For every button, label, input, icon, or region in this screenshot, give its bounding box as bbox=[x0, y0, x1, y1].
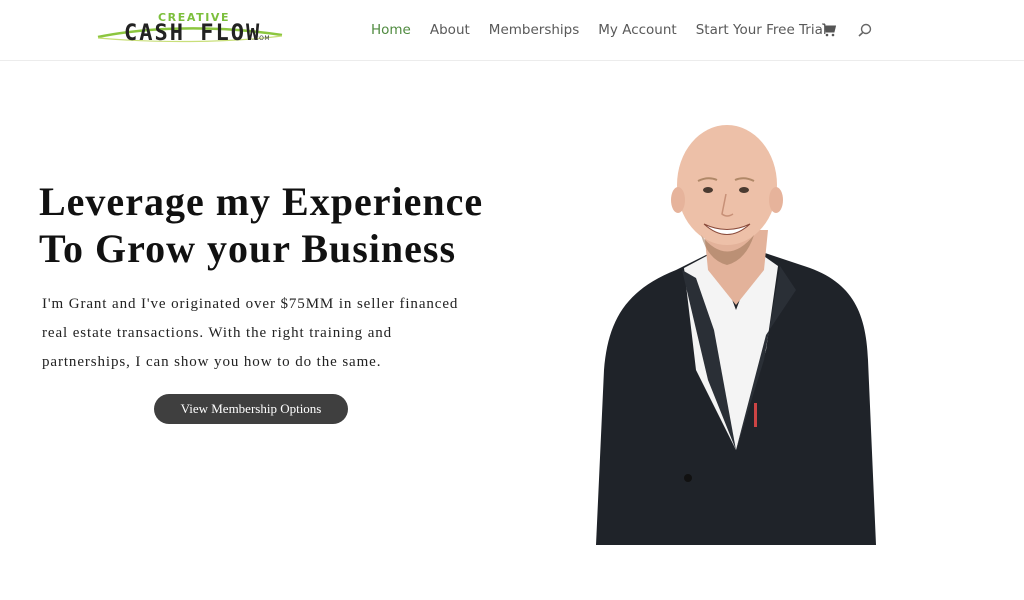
shopping-cart-icon[interactable] bbox=[822, 23, 836, 37]
view-membership-options-button[interactable]: View Membership Options bbox=[154, 394, 348, 424]
hero-title-line: Leverage my Experience bbox=[39, 179, 484, 224]
site-logo[interactable]: CREATIVE CASH FLOW .COM bbox=[96, 9, 286, 49]
nav-item-about[interactable]: About bbox=[430, 22, 470, 38]
hero-description: I'm Grant and I've originated over $75MM… bbox=[42, 290, 512, 377]
logo-main-text: CASH FLOW bbox=[124, 21, 262, 46]
nav-item-memberships[interactable]: Memberships bbox=[489, 22, 579, 38]
hero-text-line: real estate transactions. With the right… bbox=[42, 325, 393, 341]
hero-title-line: To Grow your Business bbox=[39, 226, 457, 271]
nav-item-home[interactable]: Home bbox=[371, 22, 411, 38]
site-header: CREATIVE CASH FLOW .COM Home About Membe… bbox=[0, 0, 1024, 61]
logo-suffix-text: .COM bbox=[252, 35, 270, 42]
nav-item-my-account[interactable]: My Account bbox=[598, 22, 676, 38]
hero-text-line: partnerships, I can show you how to do t… bbox=[42, 354, 382, 370]
main-nav: Home About Memberships My Account Start … bbox=[371, 22, 846, 38]
hero-text-line: I'm Grant and I've originated over $75MM… bbox=[42, 296, 459, 312]
nav-item-free-trial[interactable]: Start Your Free Trial bbox=[696, 22, 827, 38]
hero-title: Leverage my Experience To Grow your Busi… bbox=[39, 178, 599, 272]
portrait-image bbox=[596, 125, 876, 545]
search-icon[interactable] bbox=[858, 23, 872, 37]
